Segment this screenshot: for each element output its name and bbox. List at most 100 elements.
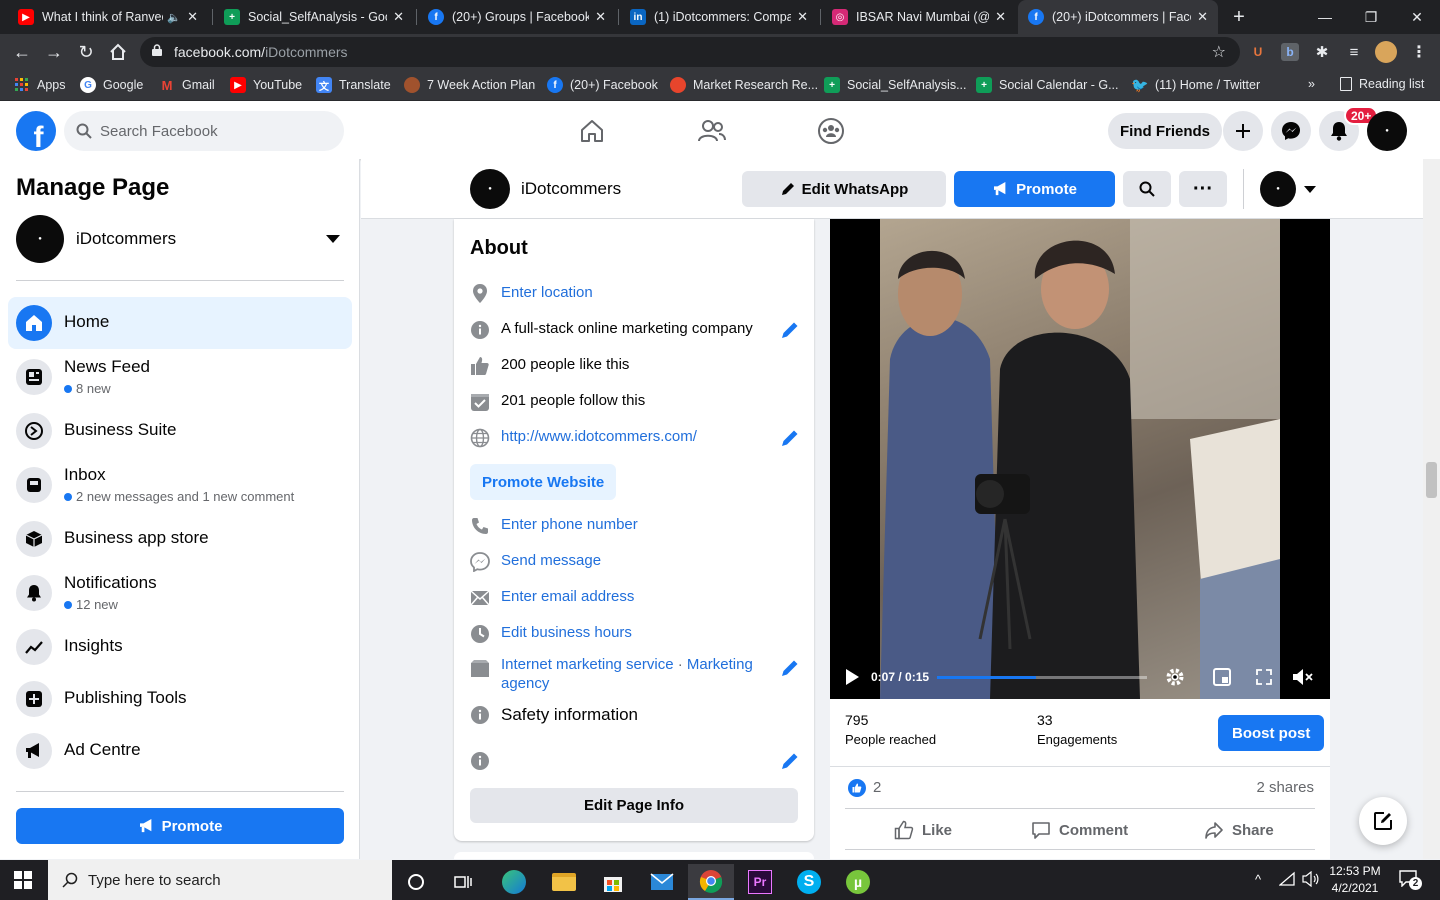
more-options-icon[interactable]: ··· — [1179, 171, 1227, 207]
bookmark-twitter[interactable]: 🐦 (11) Home / Twitter — [1131, 77, 1260, 93]
media-queue-icon[interactable]: ≡ — [1345, 43, 1363, 61]
messenger-icon[interactable] — [1271, 111, 1311, 151]
sidebar-item-publishing-tools[interactable]: Publishing Tools — [8, 673, 352, 725]
new-tab-button[interactable]: + — [1222, 0, 1256, 34]
bookmark-social-calendar[interactable]: + Social Calendar - G... — [976, 77, 1119, 93]
facebook-search[interactable] — [64, 111, 344, 151]
action-center-icon[interactable]: 2 — [1398, 869, 1422, 890]
taskbar-clock[interactable]: 12:53 PM 4/2/2021 — [1325, 863, 1385, 897]
browser-tab[interactable]: + Social_SelfAnalysis - Google... ✕ — [214, 0, 414, 34]
tray-chevron-up-icon[interactable]: ^ — [1255, 872, 1261, 887]
fullscreen-icon[interactable] — [1256, 669, 1272, 685]
utorrent-icon[interactable]: µ — [835, 864, 881, 900]
sidebar-item-insights[interactable]: Insights — [8, 621, 352, 673]
sidebar-item-inbox[interactable]: Inbox 2 new messages and 1 new comment — [8, 459, 352, 511]
close-tab-icon[interactable]: ✕ — [595, 9, 606, 25]
task-view-icon[interactable] — [440, 864, 486, 900]
shares-count[interactable]: 2 shares — [1256, 779, 1314, 796]
volume-icon[interactable] — [1302, 870, 1320, 892]
muted-speaker-icon[interactable] — [1292, 668, 1314, 686]
play-icon[interactable] — [844, 668, 860, 686]
page-name[interactable]: iDotcommers — [521, 179, 621, 199]
mail-icon[interactable] — [639, 864, 685, 900]
minimize-button[interactable]: — — [1302, 0, 1348, 34]
bookmark-social-self-analysis[interactable]: + Social_SelfAnalysis... — [824, 77, 967, 93]
location-row[interactable]: Enter location — [470, 284, 800, 304]
bookmark-star-icon[interactable]: ☆ — [1212, 42, 1226, 62]
sidebar-item-notifications[interactable]: Notifications 12 new — [8, 567, 352, 619]
bookmark-market-research[interactable]: Market Research Re... — [670, 77, 818, 93]
windows-start-icon[interactable] — [14, 871, 32, 894]
extension-u-icon[interactable]: U — [1249, 43, 1267, 61]
edge-browser-icon[interactable] — [491, 864, 537, 900]
comment-button[interactable]: Comment — [1031, 810, 1128, 850]
edit-page-info-button[interactable]: Edit Page Info — [470, 788, 798, 823]
message-row[interactable]: Send message — [470, 552, 800, 572]
facebook-logo-icon[interactable]: f — [16, 111, 56, 151]
nav-groups-icon[interactable] — [776, 107, 886, 155]
reactions-count[interactable]: 2 — [873, 779, 881, 796]
file-explorer-icon[interactable] — [541, 864, 587, 900]
bookmark-youtube[interactable]: ▶ YouTube — [230, 77, 302, 93]
close-tab-icon[interactable]: ✕ — [1197, 9, 1208, 25]
sidebar-item-news-feed[interactable]: News Feed 8 new — [8, 351, 352, 403]
browser-tab[interactable]: ▶ What I think of Ranveer... 🔈 ✕ — [8, 0, 208, 34]
nav-friends-icon[interactable] — [657, 107, 767, 155]
network-icon[interactable] — [1278, 871, 1295, 892]
find-friends-button[interactable]: Find Friends — [1108, 113, 1222, 149]
browser-tab[interactable]: in (1) iDotcommers: Company... ✕ — [620, 0, 818, 34]
sidebar-item-home[interactable]: Home — [8, 297, 352, 349]
phone-row[interactable]: Enter phone number — [470, 516, 800, 536]
edit-pencil-icon[interactable] — [780, 428, 800, 448]
extensions-puzzle-icon[interactable]: ✱ — [1313, 43, 1331, 61]
bookmark-action-plan[interactable]: 7 Week Action Plan — [404, 77, 535, 93]
boost-post-button[interactable]: Boost post — [1218, 715, 1325, 751]
premiere-pro-icon[interactable]: Pr — [737, 864, 783, 900]
bookmarks-overflow-chevron-icon[interactable]: » — [1308, 77, 1315, 91]
sidebar-item-business-suite[interactable]: Business Suite — [8, 405, 352, 457]
bookmark-gmail[interactable]: M Gmail — [159, 77, 215, 93]
page-selector[interactable]: ● iDotcommers — [16, 215, 344, 265]
bookmark-google[interactable]: G Google — [80, 77, 143, 93]
restore-button[interactable]: ❐ — [1348, 0, 1394, 34]
taskbar-search-box[interactable]: Type here to search — [48, 860, 392, 900]
browser-tab-active[interactable]: f (20+) iDotcommers | Face... ✕ — [1018, 0, 1218, 34]
page-avatar[interactable]: ● — [470, 169, 510, 209]
bookmark-facebook[interactable]: f (20+) Facebook — [547, 77, 658, 93]
new-message-compose-icon[interactable] — [1359, 797, 1407, 845]
extension-b-icon[interactable]: b — [1281, 43, 1299, 61]
account-avatar[interactable]: ● — [1367, 111, 1407, 151]
picture-in-picture-icon[interactable] — [1213, 668, 1231, 686]
hours-row[interactable]: Edit business hours — [470, 624, 800, 644]
forward-arrow-icon[interactable]: → — [42, 40, 66, 64]
website-row[interactable]: http://www.idotcommers.com/ — [470, 428, 800, 448]
close-window-button[interactable]: ✕ — [1394, 0, 1440, 34]
nav-home-icon[interactable] — [537, 107, 647, 155]
close-tab-icon[interactable]: ✕ — [995, 9, 1006, 25]
sidebar-item-ad-centre[interactable]: Ad Centre — [8, 725, 352, 777]
promote-website-button[interactable]: Promote Website — [470, 464, 617, 500]
settings-gear-icon[interactable] — [1165, 667, 1185, 687]
profile-avatar-icon[interactable] — [1375, 41, 1397, 63]
sidebar-promote-button[interactable]: Promote — [16, 808, 344, 844]
close-tab-icon[interactable]: ✕ — [393, 9, 404, 25]
close-tab-icon[interactable]: ✕ — [797, 9, 808, 25]
like-button[interactable]: Like — [894, 810, 952, 850]
bookmark-translate[interactable]: 文 Translate — [316, 77, 391, 93]
email-row[interactable]: Enter email address — [470, 588, 800, 608]
edit-pencil-icon[interactable] — [780, 751, 800, 771]
create-plus-icon[interactable] — [1223, 111, 1263, 151]
reading-list-button[interactable]: Reading list — [1340, 77, 1424, 91]
edit-whatsapp-button[interactable]: Edit WhatsApp — [742, 171, 946, 207]
back-arrow-icon[interactable]: ← — [10, 40, 34, 64]
skype-icon[interactable]: S — [786, 864, 832, 900]
acting-as-avatar[interactable]: ● — [1260, 171, 1296, 207]
chrome-menu-icon[interactable]: ⋮ — [1410, 43, 1428, 61]
address-bar[interactable]: facebook.com/iDotcommers ☆ — [140, 37, 1240, 67]
share-button[interactable]: Share — [1204, 810, 1274, 850]
reload-icon[interactable]: ↻ — [74, 40, 98, 64]
browser-tab[interactable]: f (20+) Groups | Facebook ✕ — [418, 0, 616, 34]
caret-down-icon[interactable] — [1304, 186, 1316, 193]
home-icon[interactable] — [106, 40, 130, 64]
like-reaction-icon[interactable] — [848, 779, 866, 797]
